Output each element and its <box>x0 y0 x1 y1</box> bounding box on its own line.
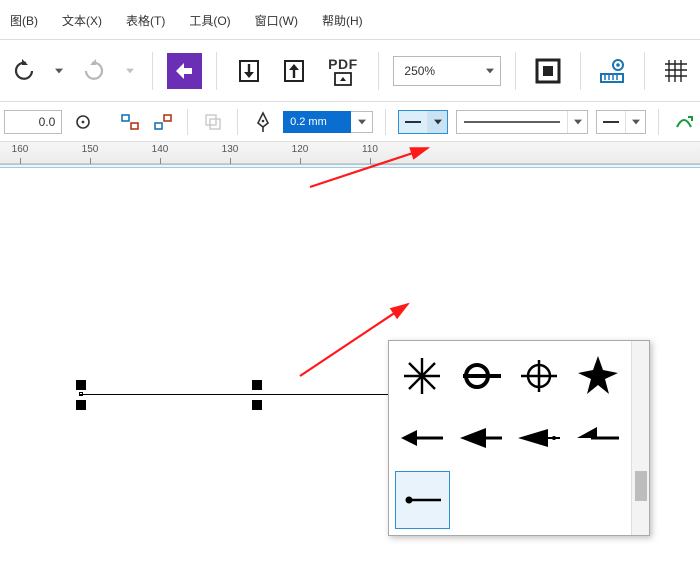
ruler-tick: 110 <box>362 144 378 155</box>
pen-outline-icon[interactable] <box>250 109 275 135</box>
redo-dropdown[interactable] <box>122 53 138 89</box>
export-button[interactable] <box>276 53 311 89</box>
menu-item-window[interactable]: 窗口(W) <box>255 12 298 29</box>
rulers-button[interactable] <box>595 53 630 89</box>
arrowhead-option-half-arrow-left[interactable] <box>571 409 626 467</box>
undo-dropdown[interactable] <box>51 53 67 89</box>
line-style-dropdown[interactable] <box>567 111 587 133</box>
separator <box>152 52 153 90</box>
line-style-preview <box>457 111 567 133</box>
separator <box>515 52 516 90</box>
horizontal-ruler: 160 150 140 130 120 110 <box>0 142 700 164</box>
drawing-canvas[interactable] <box>0 164 700 544</box>
outline-width-combo[interactable]: 0.2 mm <box>283 111 373 133</box>
redo-button[interactable] <box>77 53 112 89</box>
arrowhead-option-triangle-left-thin[interactable] <box>512 409 567 467</box>
line-style-combo[interactable] <box>456 110 588 134</box>
selection-handle[interactable] <box>76 380 86 390</box>
order-icon[interactable] <box>200 109 225 135</box>
ruler-tick: 160 <box>12 144 29 155</box>
rotation-field[interactable]: 0.0 <box>4 110 62 134</box>
arrowhead-option-empty[interactable] <box>454 471 509 529</box>
ruler-tick: 150 <box>82 144 99 155</box>
property-bar: 0.0 0.2 mm <box>0 102 700 142</box>
arrowhead-option-ring-bar[interactable] <box>454 347 509 405</box>
undo-button[interactable] <box>6 53 41 89</box>
menu-item-tools[interactable]: 工具(O) <box>189 12 230 29</box>
menu-bar: 图(B) 文本(X) 表格(T) 工具(O) 窗口(W) 帮助(H) <box>0 0 700 40</box>
start-arrowhead-preview <box>399 111 427 133</box>
align-distribute-icon-1[interactable] <box>117 109 142 135</box>
grid-button[interactable] <box>659 53 694 89</box>
selection-handle[interactable] <box>252 380 262 390</box>
pdf-label: PDF <box>328 56 358 72</box>
start-arrowhead-dropdown[interactable] <box>427 111 447 133</box>
arrowhead-option-dot-line[interactable] <box>395 471 450 529</box>
scrollbar-thumb[interactable] <box>635 471 647 501</box>
line-node <box>79 392 83 396</box>
pdf-export-button[interactable]: PDF <box>321 53 364 89</box>
ruler-tick: 130 <box>222 144 239 155</box>
menu-item-help[interactable]: 帮助(H) <box>322 12 363 29</box>
chevron-down-icon <box>632 118 640 126</box>
zoom-value: 250% <box>404 64 435 78</box>
page-edge-guide <box>0 164 700 168</box>
outline-width-dropdown[interactable] <box>351 111 373 133</box>
arrowhead-option-crosshair[interactable] <box>512 347 567 405</box>
separator <box>237 109 238 135</box>
chevron-down-icon <box>434 118 442 126</box>
ruler-tick: 140 <box>152 144 169 155</box>
ruler-tick: 120 <box>292 144 309 155</box>
selected-line-object[interactable] <box>80 394 440 395</box>
close-curve-icon[interactable] <box>671 109 696 135</box>
menu-item-table[interactable]: 表格(T) <box>126 12 165 29</box>
selection-handle[interactable] <box>252 400 262 410</box>
separator <box>216 52 217 90</box>
separator <box>385 109 386 135</box>
chevron-down-icon <box>574 118 582 126</box>
end-arrowhead-preview <box>597 111 625 133</box>
selection-handle[interactable] <box>76 400 86 410</box>
arrowhead-option-arrow-left-solid[interactable] <box>395 409 450 467</box>
panel-scrollbar[interactable] <box>631 341 649 535</box>
arrowhead-option-burst-star[interactable] <box>395 347 450 405</box>
separator <box>644 52 645 90</box>
separator <box>658 109 659 135</box>
arrowhead-option-empty[interactable] <box>512 471 567 529</box>
menu-item-text[interactable]: 文本(X) <box>62 12 102 29</box>
outline-width-value[interactable]: 0.2 mm <box>283 111 351 133</box>
menu-item-bitmap[interactable]: 图(B) <box>10 12 38 29</box>
separator <box>187 109 188 135</box>
main-toolbar: PDF 250% <box>0 40 700 102</box>
arrowhead-option-triangle-left-solid[interactable] <box>454 409 509 467</box>
chevron-down-icon <box>486 67 494 75</box>
start-arrowhead-combo[interactable] <box>398 110 448 134</box>
rotation-value: 0.0 <box>39 115 56 129</box>
fullscreen-preview-button[interactable] <box>530 53 565 89</box>
separator <box>378 52 379 90</box>
ellipse-icon[interactable] <box>70 109 95 135</box>
arrowhead-option-empty[interactable] <box>571 471 626 529</box>
end-arrowhead-combo[interactable] <box>596 110 646 134</box>
zoom-combo[interactable]: 250% <box>393 56 501 86</box>
publish-icon[interactable] <box>167 53 202 89</box>
arrowhead-grid <box>389 341 631 535</box>
end-arrowhead-dropdown[interactable] <box>625 111 645 133</box>
arrowhead-picker-panel <box>388 340 650 536</box>
arrowhead-option-spark-star[interactable] <box>571 347 626 405</box>
align-distribute-icon-2[interactable] <box>150 109 175 135</box>
import-button[interactable] <box>231 53 266 89</box>
separator <box>580 52 581 90</box>
